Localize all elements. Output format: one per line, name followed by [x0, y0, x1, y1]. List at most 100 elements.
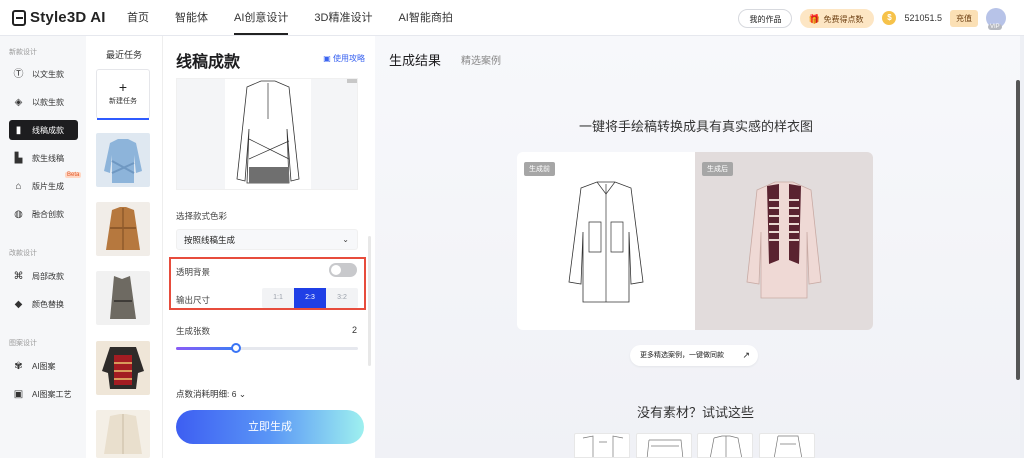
task-thumbnail[interactable] — [96, 410, 150, 458]
output-size-selector: 1:1 2:3 3:2 — [262, 288, 358, 308]
gen-count-slider[interactable] — [176, 343, 358, 353]
size-option-3-2[interactable]: 3:2 — [326, 288, 358, 308]
panel-scrollbar[interactable] — [368, 236, 371, 366]
gen-count-label: 生成张数 — [176, 326, 211, 336]
after-tag: 生成后 — [702, 162, 733, 176]
main-scrollbar[interactable] — [1016, 80, 1020, 380]
toggle-knob — [331, 265, 341, 275]
sidebar-item-text-to-design[interactable]: Ⓣ 以文生款 — [9, 64, 81, 84]
recent-tasks-title: 最近任务 — [106, 50, 143, 60]
cost-detail[interactable]: 点数消耗明细: 6 ⌄ — [176, 388, 246, 400]
chevron-down-icon: ⌄ — [342, 235, 349, 244]
logo-mark-icon — [12, 9, 26, 26]
partial-edit-icon: ⌘ — [13, 270, 24, 282]
free-points-label: 免费得点数 — [823, 14, 864, 24]
header-actions: 我的作品 免费得点数 $ 521051.5 充值 VIP — [738, 8, 1006, 30]
sidebar-item-label: AI图案工艺 — [32, 389, 72, 399]
nav-ai-creative-design[interactable]: AI创意设计 — [234, 0, 289, 36]
sidebar-item-label: 以文生款 — [32, 69, 64, 79]
top-bar: Style3D AI 首页 智能体 AI创意设计 3D精准设计 AI智能商拍 我… — [0, 0, 1024, 36]
points-balance: 521051.5 — [904, 13, 942, 23]
new-task-underline — [97, 118, 149, 120]
fusion-icon: ◍ — [14, 208, 23, 220]
design-to-sketch-icon: ▙ — [14, 152, 23, 164]
no-material-title: 没有素材？试试这些 — [637, 405, 755, 420]
cost-detail-label: 点数消耗明细: 6 — [176, 389, 237, 399]
my-works-button[interactable]: 我的作品 — [738, 8, 793, 28]
logo-text: Style3D AI — [30, 9, 106, 26]
more-cases-label: 更多精选案例，一键做同款 — [640, 352, 724, 359]
sidebar-item-label: AI图案 — [32, 361, 56, 371]
sidebar-item-label: 颜色替换 — [32, 299, 64, 309]
plus-icon: + — [118, 79, 128, 95]
more-cases-button[interactable]: 更多精选案例，一键做同款 ↗ — [630, 345, 758, 366]
recharge-button[interactable]: 充值 — [950, 9, 978, 27]
output-size-label: 输出尺寸 — [176, 295, 211, 305]
tab-examples[interactable]: 精选案例 — [461, 52, 501, 67]
sketch-to-design-icon: ▮ — [15, 124, 22, 136]
guide-link-label: 使用攻略 — [333, 54, 365, 63]
before-image: 生成前 — [517, 152, 695, 330]
vip-badge: VIP — [988, 24, 1002, 30]
section-new-design: 新款设计 — [9, 49, 37, 56]
avatar[interactable]: VIP — [986, 8, 1006, 30]
task-thumbnail[interactable] — [96, 271, 150, 325]
sidebar-item-color-replace[interactable]: ◆ 颜色替换 — [9, 294, 81, 314]
sidebar-item-ai-pattern[interactable]: ✾ AI图案 — [9, 356, 81, 376]
nav-agent[interactable]: 智能体 — [175, 0, 208, 36]
task-thumbnail[interactable] — [96, 202, 150, 256]
sidebar-item-sketch-to-design[interactable]: ▮ 线稿成款 — [9, 120, 78, 140]
slider-fill — [176, 347, 237, 350]
before-after-example: 生成前 生成后 — [517, 152, 873, 330]
after-image: 生成后 — [695, 152, 873, 330]
nav-ai-commercial-shoot[interactable]: AI智能商拍 — [398, 0, 452, 36]
color-select[interactable]: 按照线稿生成 ⌄ — [176, 229, 358, 250]
sidebar-item-label: 版片生成 — [32, 181, 64, 191]
tab-results[interactable]: 生成结果 — [389, 50, 441, 69]
size-option-1-1[interactable]: 1:1 — [262, 288, 294, 308]
coin-icon: $ — [882, 11, 897, 25]
ai-pattern-icon: ✾ — [14, 360, 23, 372]
nav-home[interactable]: 首页 — [127, 0, 149, 36]
sample-sketch[interactable] — [697, 433, 753, 458]
sidebar-item-ai-pattern-craft[interactable]: ▣ AI图案工艺 — [9, 384, 81, 404]
settings-panel: 线稿成款 ▣ 使用攻略 选择款式色彩 按照线稿生成 ⌄ 透明背景 输出尺寸 1:… — [163, 36, 375, 458]
beta-badge: Beta — [65, 172, 82, 178]
sketch-preview[interactable] — [176, 78, 358, 190]
results-area: 生成结果 精选案例 一键将手绘稿转换成具有真实感的样衣图 生成前 生成后 更多精… — [375, 36, 1020, 458]
task-thumbnail[interactable] — [96, 133, 150, 187]
sketch-image — [177, 79, 357, 189]
sidebar-item-label: 以款生款 — [32, 97, 64, 107]
sidebar-item-label: 款生线稿 — [32, 153, 64, 163]
headline: 一键将手绘稿转换成具有真实感的样衣图 — [579, 119, 814, 134]
free-points-button[interactable]: 免费得点数 — [800, 8, 875, 29]
sidebar-item-partial-edit[interactable]: ⌘ 局部改款 — [9, 266, 81, 286]
pattern-piece-icon: ⌂ — [15, 180, 22, 192]
transparent-bg-label: 透明背景 — [176, 267, 211, 277]
sample-sketch[interactable] — [574, 433, 630, 458]
ai-pattern-craft-icon: ▣ — [13, 388, 24, 400]
size-option-2-3[interactable]: 2:3 — [294, 288, 326, 308]
before-tag: 生成前 — [524, 162, 555, 176]
nav-3d-precise-design[interactable]: 3D精准设计 — [314, 0, 372, 36]
sidebar-item-label: 融合创款 — [32, 209, 64, 219]
sidebar-item-fusion[interactable]: ◍ 融合创款 — [9, 204, 81, 224]
page-title: 线稿成款 — [176, 54, 241, 71]
new-task-button[interactable]: + 新建任务 — [96, 69, 150, 120]
sidebar-item-pattern-piece[interactable]: ⌂ 版片生成 Beta — [9, 172, 82, 196]
sidebar-item-design-to-sketch[interactable]: ▙ 款生线稿 — [9, 148, 81, 168]
transparent-bg-toggle[interactable] — [329, 263, 357, 277]
logo[interactable]: Style3D AI — [12, 9, 106, 26]
generate-button[interactable]: 立即生成 — [176, 410, 364, 444]
sidebar-item-design-to-design[interactable]: ◈ 以款生款 — [9, 92, 81, 112]
arrow-up-right-icon: ↗ — [742, 350, 750, 360]
guide-link[interactable]: ▣ 使用攻略 — [323, 53, 365, 64]
slider-handle[interactable] — [231, 343, 242, 353]
sidebar: 新款设计 Ⓣ 以文生款 ◈ 以款生款 ▮ 线稿成款 ▙ 款生线稿 ⌂ 版片生成 Beta ◍… — [0, 36, 86, 458]
color-label: 选择款式色彩 — [176, 211, 228, 221]
recent-tasks: 最近任务 + 新建任务 — [86, 36, 163, 458]
sidebar-item-label: 局部改款 — [32, 271, 64, 281]
sample-sketch[interactable] — [636, 433, 692, 458]
sample-sketch[interactable] — [759, 433, 815, 458]
task-thumbnail[interactable] — [96, 341, 150, 395]
